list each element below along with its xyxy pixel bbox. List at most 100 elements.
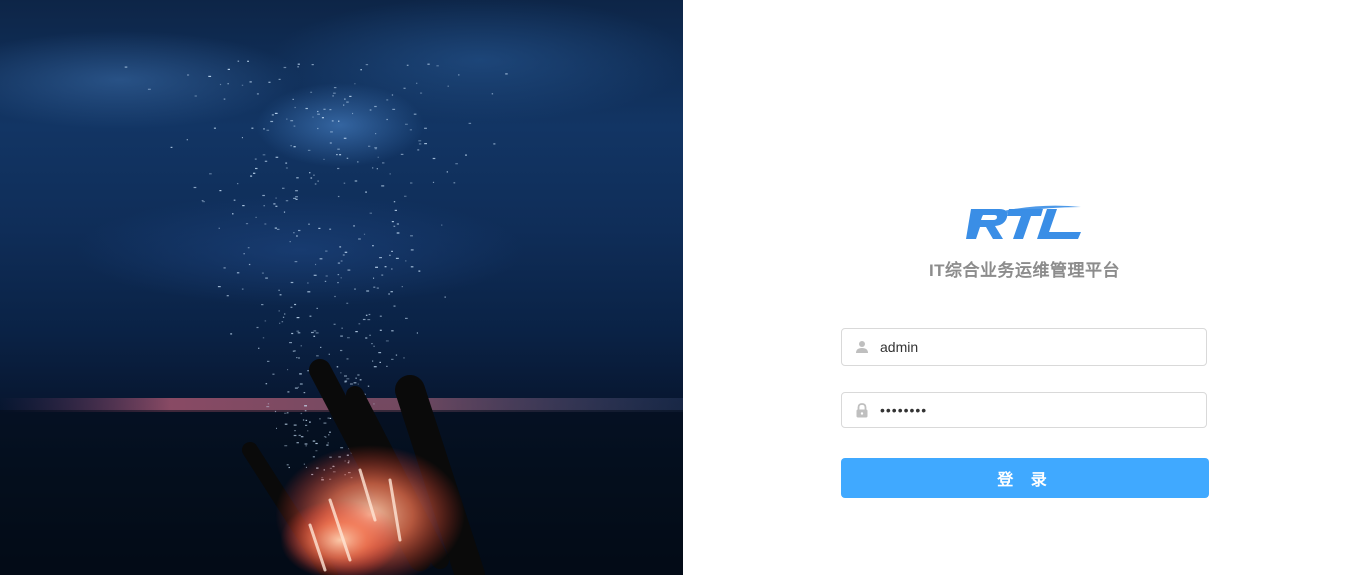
spark bbox=[268, 81, 271, 83]
spark bbox=[379, 361, 381, 363]
spark bbox=[366, 290, 370, 292]
spark bbox=[303, 392, 306, 394]
spark bbox=[382, 162, 385, 164]
spark bbox=[286, 464, 289, 466]
hero-bonfire-image bbox=[0, 0, 683, 575]
username-field[interactable] bbox=[841, 328, 1207, 366]
spark bbox=[213, 127, 216, 129]
spark bbox=[287, 369, 289, 371]
spark bbox=[292, 98, 294, 100]
spark bbox=[376, 287, 379, 289]
spark bbox=[377, 156, 379, 158]
spark bbox=[296, 177, 299, 179]
spark bbox=[385, 340, 389, 342]
spark bbox=[340, 260, 343, 262]
spark bbox=[337, 262, 341, 264]
spark bbox=[401, 286, 403, 288]
spark bbox=[391, 94, 394, 96]
spark bbox=[329, 431, 331, 433]
spark bbox=[272, 373, 275, 375]
spark bbox=[404, 195, 407, 197]
spark bbox=[355, 377, 357, 379]
spark bbox=[432, 181, 435, 183]
spark bbox=[241, 84, 244, 86]
spark bbox=[391, 221, 394, 223]
spark bbox=[278, 310, 280, 312]
spark bbox=[223, 267, 226, 269]
spark bbox=[363, 233, 366, 235]
spark bbox=[352, 112, 354, 115]
spark bbox=[297, 63, 300, 65]
spark bbox=[297, 386, 299, 388]
spark bbox=[505, 73, 508, 75]
spark bbox=[313, 174, 315, 176]
username-input[interactable] bbox=[880, 329, 1196, 365]
spark bbox=[263, 128, 265, 130]
spark bbox=[393, 225, 396, 227]
spark bbox=[328, 434, 330, 436]
spark bbox=[242, 205, 245, 207]
spark bbox=[369, 334, 371, 336]
spark bbox=[468, 122, 472, 124]
spark bbox=[446, 171, 448, 173]
spark bbox=[323, 158, 325, 160]
spark bbox=[374, 147, 378, 149]
password-input[interactable] bbox=[880, 393, 1196, 427]
spark bbox=[381, 274, 384, 276]
login-button[interactable]: 登 录 bbox=[841, 458, 1209, 498]
spark bbox=[307, 291, 311, 293]
spark bbox=[304, 443, 308, 445]
spark bbox=[226, 295, 229, 297]
spark bbox=[395, 257, 399, 259]
spark bbox=[261, 272, 264, 274]
spark bbox=[386, 365, 388, 367]
spark bbox=[256, 326, 259, 329]
spark bbox=[326, 444, 329, 446]
spark bbox=[290, 306, 293, 308]
spark bbox=[331, 120, 334, 122]
spark bbox=[373, 345, 375, 347]
spark bbox=[293, 424, 297, 426]
spark bbox=[416, 332, 418, 334]
spark bbox=[296, 235, 298, 237]
spark bbox=[374, 148, 377, 150]
login-panel: IT综合业务运维管理平台 登 录 bbox=[683, 0, 1366, 575]
spark bbox=[343, 137, 347, 139]
spark bbox=[263, 205, 265, 207]
platform-title: IT综合业务运维管理平台 bbox=[928, 261, 1121, 280]
spark bbox=[362, 318, 366, 321]
password-field[interactable] bbox=[841, 392, 1207, 428]
spark bbox=[405, 123, 408, 125]
spark bbox=[255, 167, 258, 170]
spark bbox=[354, 83, 356, 85]
spark bbox=[391, 268, 393, 270]
spark bbox=[353, 382, 357, 384]
spark bbox=[386, 99, 389, 101]
spark bbox=[293, 125, 296, 127]
spark bbox=[357, 161, 359, 163]
spark bbox=[273, 203, 276, 205]
spark bbox=[310, 91, 313, 93]
spark bbox=[286, 412, 289, 414]
spark bbox=[410, 249, 414, 251]
spark bbox=[354, 180, 358, 182]
spark bbox=[441, 224, 443, 226]
spark bbox=[261, 304, 264, 306]
spark bbox=[248, 263, 251, 266]
spark bbox=[217, 286, 221, 288]
spark bbox=[312, 440, 316, 442]
spark bbox=[324, 280, 327, 282]
spark bbox=[333, 92, 336, 94]
spark bbox=[284, 423, 288, 425]
spark bbox=[358, 323, 361, 325]
spark bbox=[329, 142, 332, 144]
spark bbox=[357, 374, 360, 376]
spark bbox=[279, 322, 281, 324]
spark bbox=[360, 69, 362, 71]
spark bbox=[300, 412, 303, 415]
spark bbox=[309, 421, 311, 423]
spark bbox=[297, 66, 299, 68]
spark bbox=[316, 355, 319, 357]
spark bbox=[369, 109, 372, 111]
spark bbox=[373, 403, 375, 405]
